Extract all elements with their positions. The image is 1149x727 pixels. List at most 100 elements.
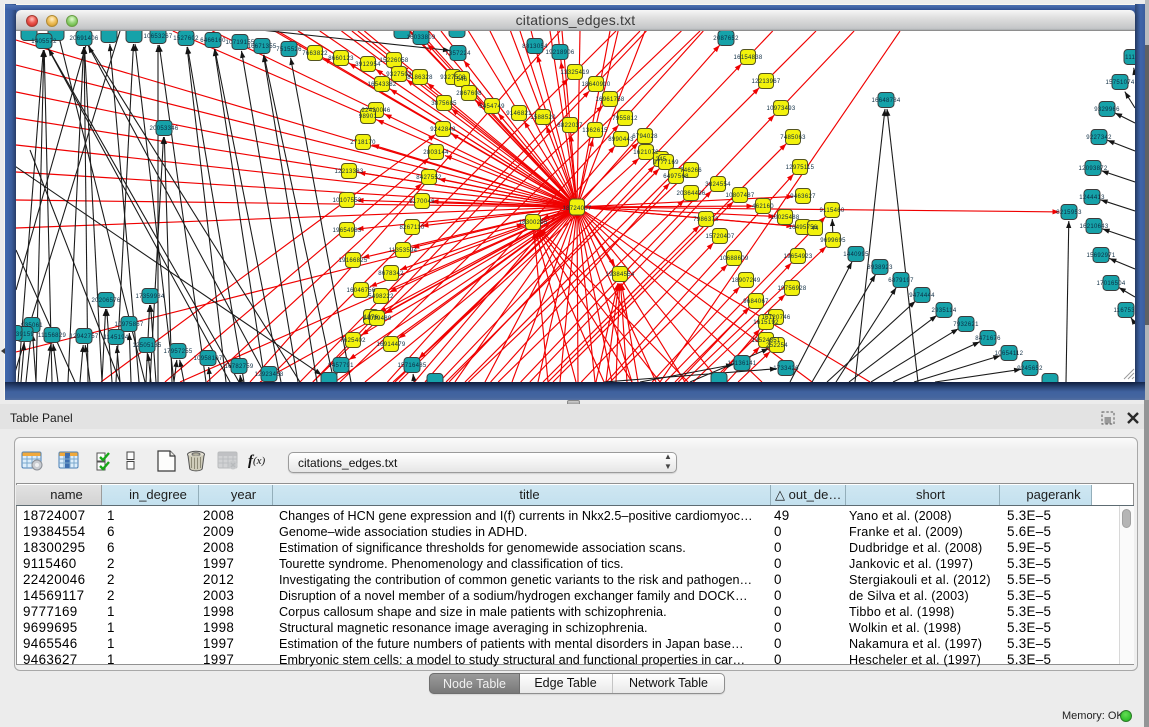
svg-text:9699695: 9699695 <box>820 238 846 244</box>
svg-text:8454749: 8454749 <box>479 104 505 110</box>
svg-text:13325419: 13325419 <box>560 70 589 76</box>
svg-text:10973493: 10973493 <box>766 106 795 112</box>
svg-text:1117: 1117 <box>1125 55 1135 61</box>
svg-text:16543382: 16543382 <box>367 82 396 88</box>
svg-text:12975115: 12975115 <box>786 165 815 171</box>
svg-text:9457791: 9457791 <box>328 363 354 369</box>
svg-text:5498222: 5498222 <box>368 294 394 300</box>
svg-text:15716485: 15716485 <box>397 363 426 369</box>
svg-text:1733426: 1733426 <box>773 366 799 372</box>
svg-text:15751074: 15751074 <box>1105 80 1134 86</box>
svg-text:9463627: 9463627 <box>790 194 816 200</box>
svg-text:462160: 462160 <box>752 204 774 210</box>
svg-text:9170046: 9170046 <box>409 199 435 205</box>
svg-text:20206576: 20206576 <box>91 298 120 304</box>
svg-text:17016504: 17016504 <box>1096 281 1125 287</box>
svg-text:20053346: 20053346 <box>149 126 178 132</box>
svg-text:16671355: 16671355 <box>247 44 276 50</box>
svg-text:9777169: 9777169 <box>653 160 679 166</box>
svg-text:6466160: 6466160 <box>200 38 226 44</box>
svg-text:1405572: 1405572 <box>31 39 57 45</box>
svg-text:16648784: 16648784 <box>871 98 900 104</box>
svg-text:9227342: 9227342 <box>1086 135 1112 141</box>
svg-text:6794028: 6794028 <box>632 134 658 140</box>
svg-text:7663822: 7663822 <box>302 51 328 57</box>
svg-text:8471676: 8471676 <box>975 336 1001 342</box>
svg-text:12213383: 12213383 <box>334 169 363 175</box>
svg-text:2803144: 2803144 <box>423 150 449 156</box>
svg-text:98901: 98901 <box>359 114 378 120</box>
svg-text:15226058: 15226058 <box>379 58 408 64</box>
svg-text:7986372: 7986372 <box>693 217 719 223</box>
svg-text:1615192: 1615192 <box>753 320 779 326</box>
svg-text:9115460: 9115460 <box>819 208 844 214</box>
svg-text:7357224: 7357224 <box>445 51 471 57</box>
svg-text:2718170: 2718170 <box>350 140 376 146</box>
svg-text:19218906: 19218906 <box>545 50 574 56</box>
svg-text:9474444: 9474444 <box>909 293 935 299</box>
svg-text:9242848: 9242848 <box>430 127 456 133</box>
svg-text:2935114: 2935114 <box>931 308 956 314</box>
svg-text:14136141: 14136141 <box>727 361 756 367</box>
svg-text:1167533: 1167533 <box>1113 308 1135 314</box>
svg-text:19654983: 19654983 <box>332 228 361 234</box>
svg-text:16154838: 16154838 <box>733 55 762 61</box>
svg-text:8822037: 8822037 <box>557 123 583 129</box>
svg-text:9329966: 9329966 <box>1094 107 1120 113</box>
svg-text:7485063: 7485063 <box>780 135 806 141</box>
svg-text:7932621: 7932621 <box>953 322 979 328</box>
svg-text:546: 546 <box>457 77 468 83</box>
svg-text:252254: 252254 <box>766 343 788 349</box>
svg-text:20691406: 20691406 <box>69 36 98 42</box>
svg-text:8938923: 8938923 <box>867 265 893 271</box>
svg-text:16961758: 16961758 <box>595 97 624 103</box>
svg-text:19166825: 19166825 <box>338 258 367 264</box>
svg-text:1362615: 1362615 <box>582 128 608 134</box>
svg-text:6497568: 6497568 <box>663 174 689 180</box>
svg-text:2087652: 2087652 <box>713 36 739 42</box>
svg-text:9146821: 9146821 <box>506 111 532 117</box>
svg-text:10807487: 10807487 <box>725 193 754 199</box>
svg-text:16033809: 16033809 <box>406 35 435 41</box>
svg-text:12923468: 12923468 <box>254 372 283 378</box>
svg-text:3875685: 3875685 <box>431 101 457 107</box>
svg-text:7625402: 7625402 <box>340 338 366 344</box>
svg-text:10025488: 10025488 <box>770 215 799 221</box>
svg-text:1244413: 1244413 <box>1079 195 1105 201</box>
svg-text:10107553: 10107553 <box>332 198 361 204</box>
svg-text:17957255: 17957255 <box>163 349 192 355</box>
svg-text:17359934: 17359934 <box>135 294 164 300</box>
svg-text:1527602: 1527602 <box>173 36 199 42</box>
svg-text:18724007: 18724007 <box>562 206 591 212</box>
svg-text:18640910: 18640910 <box>581 82 610 88</box>
svg-text:1621072: 1621072 <box>633 150 659 156</box>
svg-text:7515526: 7515526 <box>276 47 302 53</box>
svg-text:9684067: 9684067 <box>743 299 769 305</box>
svg-text:12213967: 12213967 <box>751 79 780 85</box>
svg-text:2867608: 2867608 <box>456 91 482 97</box>
svg-text:12942757: 12942757 <box>69 334 98 340</box>
svg-text:10975867: 10975867 <box>114 322 143 328</box>
svg-text:1145194: 1145194 <box>103 335 128 341</box>
svg-text:18907249: 18907249 <box>731 278 760 284</box>
svg-text:8186328: 8186328 <box>407 75 433 81</box>
svg-text:6879197: 6879197 <box>888 278 914 284</box>
svg-text:8215953: 8215953 <box>1056 210 1082 216</box>
svg-text:12505135: 12505135 <box>132 343 161 349</box>
svg-text:10653267: 10653267 <box>143 34 172 40</box>
svg-text:8678342: 8678342 <box>378 271 404 277</box>
svg-text:8660123: 8660123 <box>328 56 354 62</box>
svg-text:18300295: 18300295 <box>518 220 547 226</box>
svg-text:16782759: 16782759 <box>224 364 253 370</box>
svg-text:7955812: 7955812 <box>612 116 638 122</box>
svg-text:9245652: 9245652 <box>1017 366 1043 372</box>
svg-text:8813054: 8813054 <box>522 44 548 50</box>
svg-text:1440995: 1440995 <box>843 252 869 258</box>
svg-text:15720407: 15720407 <box>705 234 734 240</box>
svg-text:10958107: 10958107 <box>193 356 222 362</box>
svg-text:10654112: 10654112 <box>995 351 1024 357</box>
svg-text:20364436: 20364436 <box>676 191 705 197</box>
svg-text:19756928: 19756928 <box>777 286 806 292</box>
svg-text:39159: 39159 <box>16 332 34 338</box>
svg-text:12093872: 12093872 <box>1078 166 1107 172</box>
